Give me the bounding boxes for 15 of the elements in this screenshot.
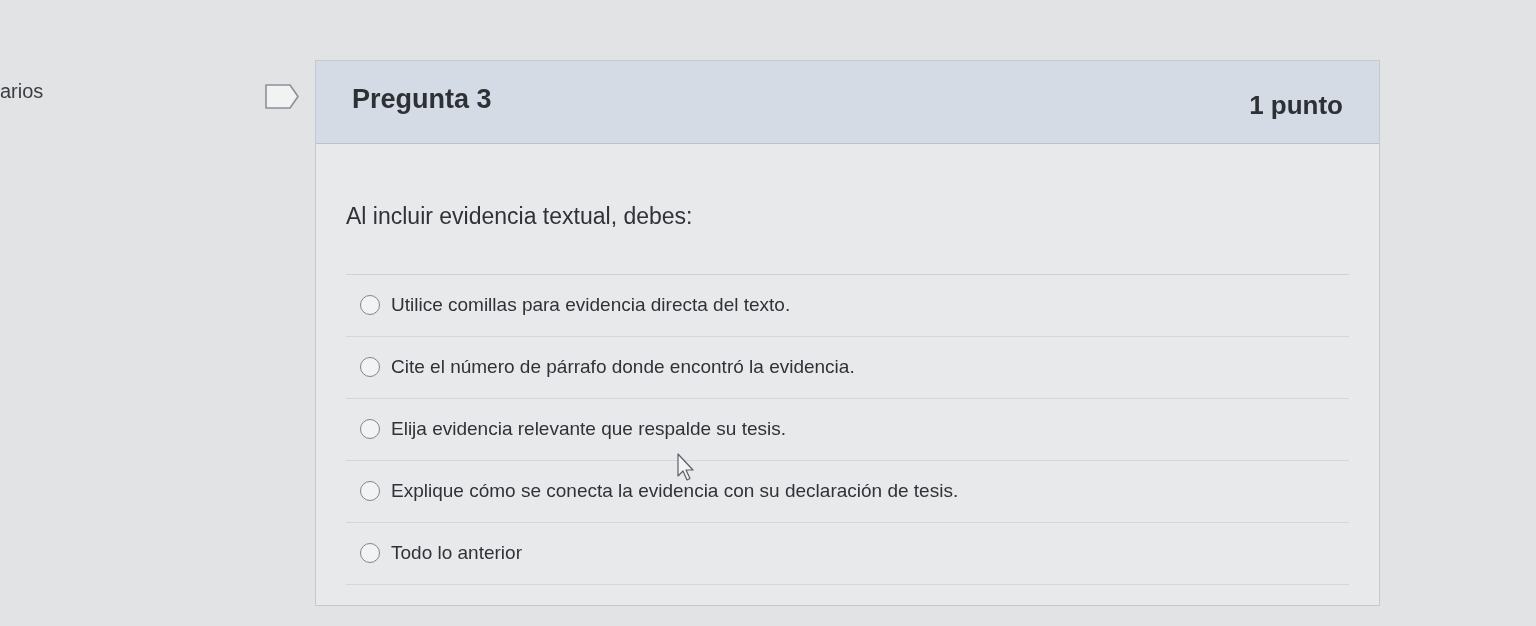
sidebar-link[interactable]: arios xyxy=(0,80,44,102)
option-label: Explique cómo se conecta la evidencia con su declaración de tesis. xyxy=(391,478,959,503)
question-points: 1 punto xyxy=(1249,89,1343,122)
question-title: Pregunta 3 xyxy=(352,83,492,116)
option-label: Cite el número de párrafo donde encontró la evidencia. xyxy=(391,354,855,379)
option-label: Elija evidencia relevante que respalde su tesis. xyxy=(391,416,786,441)
question-prompt: Al incluir evidencia textual, debes: xyxy=(346,202,694,231)
option-label: Utilice comillas para evidencia directa del texto. xyxy=(391,292,791,317)
radio-button[interactable] xyxy=(360,543,380,563)
radio-button[interactable] xyxy=(360,481,380,501)
radio-button[interactable] xyxy=(360,357,380,377)
radio-button[interactable] xyxy=(360,295,380,315)
tag-icon[interactable] xyxy=(265,84,299,109)
option-label: Todo lo anterior xyxy=(391,540,522,565)
radio-button[interactable] xyxy=(360,419,380,439)
